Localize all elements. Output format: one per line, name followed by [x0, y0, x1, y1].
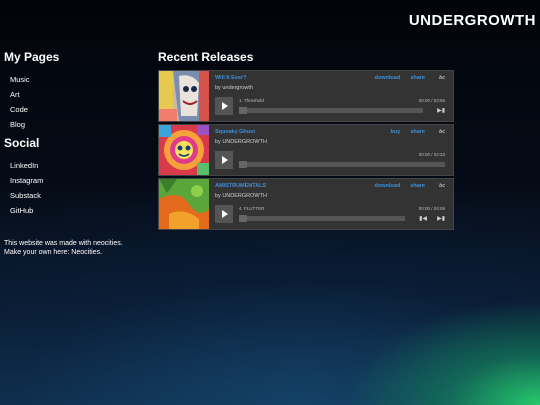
player-links: buy share: [391, 129, 425, 135]
next-track-icon[interactable]: ▶▮: [437, 107, 445, 114]
bandcamp-logo-icon[interactable]: bc: [439, 183, 445, 189]
player-info-3: AMISTRUMENTALS by UNDERGROWTH download s…: [215, 183, 449, 227]
album-art-1[interactable]: [159, 71, 209, 121]
main-content: Recent Releases Will It Ever? by undergr…: [158, 50, 454, 232]
nav-link-blog[interactable]: Blog: [10, 117, 144, 132]
share-link[interactable]: share: [410, 75, 425, 81]
album-title-link[interactable]: Squeaky Ghost: [215, 129, 255, 135]
play-button[interactable]: [215, 97, 233, 115]
player-links: download share: [375, 75, 425, 81]
album-title-link[interactable]: Will It Ever?: [215, 75, 246, 81]
recent-releases-heading: Recent Releases: [158, 50, 254, 64]
social-link-github[interactable]: GitHub: [10, 203, 144, 218]
previous-track-icon[interactable]: ▮◀: [419, 215, 427, 222]
pages-list: Music Art Code Blog: [4, 72, 144, 132]
social-link-substack[interactable]: Substack: [10, 188, 144, 203]
share-link[interactable]: share: [410, 129, 425, 135]
nav-link-music[interactable]: Music: [10, 72, 144, 87]
track-name: 1. Threshold: [239, 98, 264, 103]
bandcamp-logo-icon[interactable]: bc: [439, 129, 445, 135]
download-link[interactable]: download: [375, 75, 401, 81]
bandcamp-player-2: Squeaky Ghost by UNDERGROWTH buy share b…: [158, 124, 454, 176]
progress-knob[interactable]: [239, 161, 247, 168]
my-pages-heading: My Pages: [4, 50, 60, 64]
footer-note: This website was made with neocities. Ma…: [4, 240, 123, 257]
progress-bar[interactable]: [239, 215, 405, 222]
track-name: 4. FLUTTER: [239, 206, 265, 211]
play-button[interactable]: [215, 205, 233, 223]
social-link-linkedin[interactable]: LinkedIn: [10, 158, 144, 173]
player-links: download share: [375, 183, 425, 189]
buy-link[interactable]: buy: [391, 129, 401, 135]
footer-line-1: This website was made with neocities.: [4, 240, 123, 247]
social-list: LinkedIn Instagram Substack GitHub: [4, 158, 144, 218]
share-link[interactable]: share: [410, 183, 425, 189]
bandcamp-logo-icon[interactable]: bc: [439, 75, 445, 81]
sidebar: My Pages Music Art Code Blog Social Link…: [4, 50, 144, 218]
album-art-3[interactable]: [159, 179, 209, 229]
player-info-2: Squeaky Ghost by UNDERGROWTH buy share b…: [215, 129, 449, 173]
nav-link-code[interactable]: Code: [10, 102, 144, 117]
album-art-2[interactable]: [159, 125, 209, 175]
next-track-icon[interactable]: ▶▮: [437, 215, 445, 222]
album-title-link[interactable]: AMISTRUMENTALS: [215, 183, 266, 189]
progress-bar[interactable]: [239, 107, 423, 114]
social-link-instagram[interactable]: Instagram: [10, 173, 144, 188]
album-art-image: [159, 125, 209, 175]
album-art-image: [159, 71, 209, 121]
artist-name[interactable]: by UNDERGROWTH: [215, 193, 267, 199]
album-art-image: [159, 179, 209, 229]
bandcamp-player-3: AMISTRUMENTALS by UNDERGROWTH download s…: [158, 178, 454, 230]
time-readout: 00:00 / 04:06: [418, 206, 445, 211]
nav-link-art[interactable]: Art: [10, 87, 144, 102]
artist-name[interactable]: by UNDERGROWTH: [215, 139, 267, 145]
player-info-1: Will It Ever? by undergrowth download sh…: [215, 75, 449, 119]
site-title: UNDERGROWTH: [408, 12, 536, 29]
progress-bar[interactable]: [239, 161, 445, 168]
artist-name[interactable]: by undergrowth: [215, 85, 253, 91]
time-readout: 00:00 / 03:56: [418, 98, 445, 103]
progress-knob[interactable]: [239, 107, 247, 114]
play-button[interactable]: [215, 151, 233, 169]
time-readout: 00:00 / 02:23: [418, 152, 445, 157]
social-heading: Social: [4, 136, 40, 150]
progress-knob[interactable]: [239, 215, 247, 222]
bandcamp-player-1: Will It Ever? by undergrowth download sh…: [158, 70, 454, 122]
download-link[interactable]: download: [375, 183, 401, 189]
footer-line-2[interactable]: Make your own here: Neocities.: [4, 249, 123, 258]
